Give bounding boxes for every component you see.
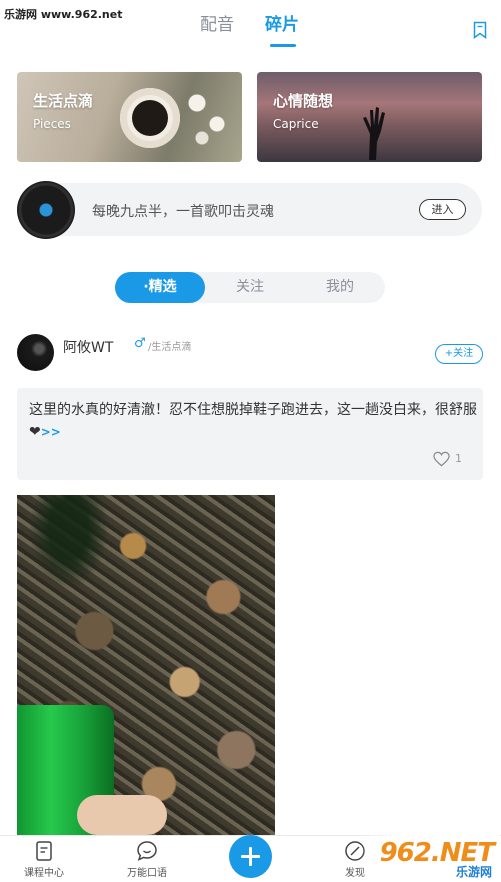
read-more-link[interactable]: >> [41,425,61,439]
tab-label: 课程中心 [24,868,64,879]
male-icon: ♂ [134,336,146,351]
raised-hand-image [363,107,385,160]
feed-filter-segment: ·精选 关注 我的 [115,272,385,303]
banner-subtitle: Pieces [33,117,71,131]
tab-fragments[interactable]: 碎片 [265,10,299,35]
watermark-logo-sub: 乐游网 [455,865,492,879]
hand-image [77,795,167,835]
username[interactable]: 阿攸WT [63,337,113,357]
active-tab-indicator [270,44,296,47]
coffee-cup-image [120,88,180,148]
heart-icon[interactable] [433,451,450,467]
filter-following[interactable]: 关注 [205,272,295,303]
banner-title: 生活点滴 [33,92,94,110]
nightly-song-text: 每晚九点半，一首歌叩击灵魂 [92,204,274,220]
post-category[interactable]: /生活点滴 [148,338,191,353]
tab-label: 万能口语 [127,868,167,879]
document-icon [36,841,52,861]
banner-life-pieces[interactable]: 生活点滴 Pieces [17,72,242,162]
app-screen: 乐游网 www.962.net 配音 碎片 生活点滴 Pieces 心情随想 C… [0,0,501,882]
filter-mine[interactable]: 我的 [295,272,385,303]
post-text: 这里的水真的好清澈！忍不住想脱掉鞋子跑进去，这一趟没白来，很舒服❤ [29,402,477,440]
tab-course-center[interactable]: 课程中心 [9,836,79,879]
post-header: 阿攸WT ♂ /生活点滴 +关注 [17,334,483,374]
banner-title: 心情随想 [273,92,334,110]
nightly-song-bar[interactable]: 每晚九点半，一首歌叩击灵魂 进入 [17,181,482,239]
tab-dubbing[interactable]: 配音 [200,10,234,35]
chat-bubble-icon [137,841,157,861]
watermark-bottom: 962.NET 乐游网 [360,834,500,882]
bookmark-icon[interactable] [473,21,487,39]
post-photo[interactable] [17,495,275,835]
avatar[interactable] [17,334,54,371]
post-text-card[interactable]: 这里的水真的好清澈！忍不住想脱掉鞋子跑进去，这一趟没白来，很舒服❤>> 1 [17,388,483,480]
tab-spoken-english[interactable]: 万能口语 [112,836,182,879]
enter-button[interactable]: 进入 [419,199,466,220]
flowers-image [182,82,232,152]
follow-button[interactable]: +关注 [435,344,483,364]
vinyl-disc-icon [17,181,75,239]
banner-subtitle: Caprice [273,117,319,131]
post-body: 这里的水真的好清澈！忍不住想脱掉鞋子跑进去，这一趟没白来，很舒服❤>> [29,399,477,443]
add-post-button[interactable] [229,835,272,878]
top-tab-bar: 配音 碎片 [0,10,501,50]
banner-mood-caprice[interactable]: 心情随想 Caprice [257,72,482,162]
filter-featured[interactable]: ·精选 [115,272,205,303]
like-count: 1 [455,452,462,465]
